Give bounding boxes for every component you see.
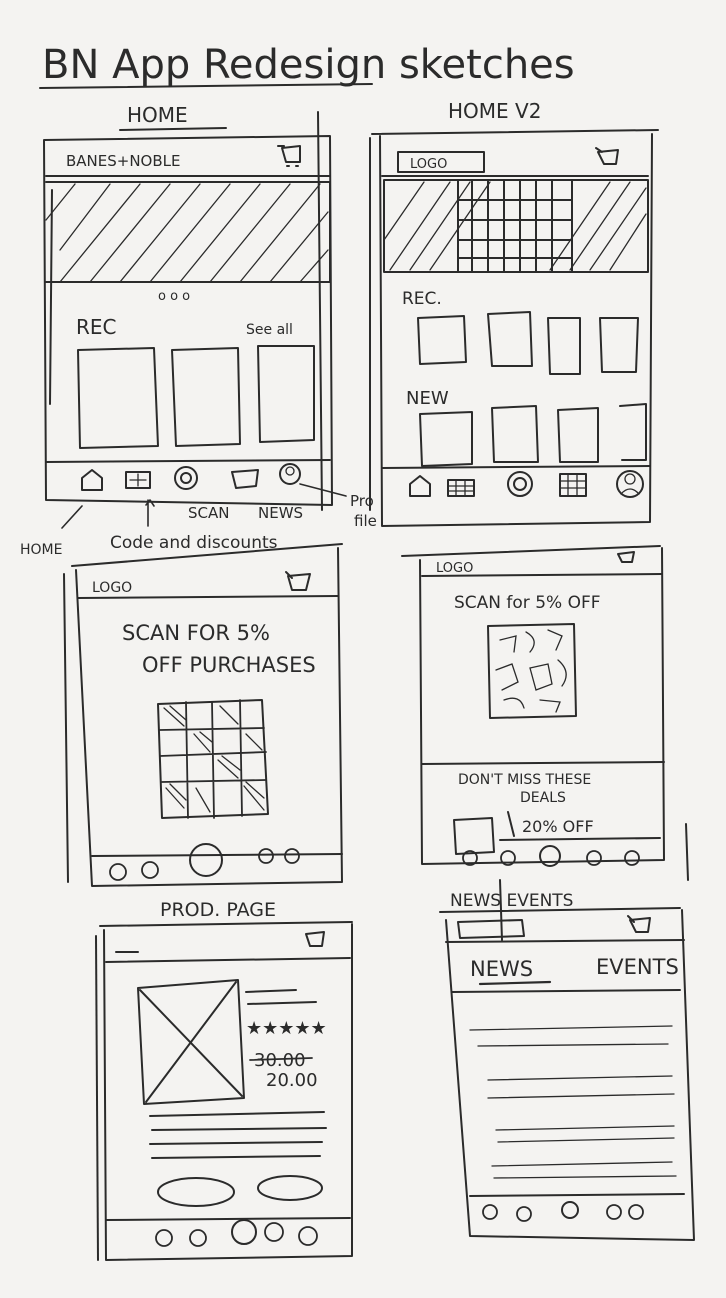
home-tab-home[interactable] [81,469,103,491]
cart-icon[interactable] [595,147,619,165]
news-events-tab[interactable] [516,1206,532,1222]
news-events-logo-box [457,919,525,939]
news-events-tab[interactable] [628,1204,644,1220]
scan-b-tab[interactable] [624,850,640,866]
cart-icon[interactable] [305,931,325,947]
home-v2-rec-card[interactable] [547,317,581,375]
home-v2-hero-banner[interactable] [383,179,649,273]
product-tab[interactable] [264,1222,284,1242]
news-events-wireframe: NEWS EVENTS NEWS EVENTS [439,879,695,1241]
home-v2-rec-card[interactable] [599,317,639,373]
product-caption: PROD. PAGE [160,899,276,921]
home-rec-card[interactable] [257,345,315,443]
scan-a-headline-1: SCAN FOR 5% [122,621,270,645]
cart-icon[interactable] [277,145,301,167]
cart-icon[interactable] [617,551,635,563]
home-v2-tab-scan[interactable] [507,471,533,497]
home-v2-tab-profile[interactable] [616,470,644,498]
scan-b-deals-1: DON'T MISS THESE [458,772,591,788]
home-v2-header-logo: LOGO [410,157,447,172]
home-tab-profile[interactable] [279,463,301,485]
scan-b-deal-image[interactable] [453,817,495,855]
scan-b-wireframe: LOGO SCAN for 5% OFF DON'T MISS THESE DE… [401,545,689,881]
news-events-tab-events[interactable]: EVENTS [596,955,679,979]
annotation-scan: SCAN [188,504,229,522]
scan-a-header-logo: LOGO [92,580,132,596]
product-rating: ★★★★★ [246,1018,327,1039]
home-carousel-dots: o o o [158,289,190,304]
home-v2-section-new: NEW [406,388,449,409]
product-tab[interactable] [298,1226,318,1246]
home-v2-tab-home[interactable] [409,475,431,497]
scan-a-tab[interactable] [141,861,159,879]
cart-icon[interactable] [285,571,311,591]
home-rec-card[interactable] [77,347,159,449]
scan-b-qr-code[interactable] [487,623,577,719]
product-tab[interactable] [155,1229,173,1247]
home-tab-coupons[interactable] [125,471,151,489]
scan-b-deals-2: DEALS [520,790,566,806]
scan-a-tab[interactable] [284,848,300,864]
home-section-rec: REC [76,315,117,339]
scan-a-tab-scan[interactable] [189,843,223,877]
home-v2-tab-calendar[interactable] [447,479,475,497]
cart-icon[interactable] [627,915,651,933]
home-tab-scan[interactable] [174,466,198,490]
home-hero-banner[interactable] [45,181,331,283]
home-caption: HOME [127,103,188,127]
product-image[interactable] [137,979,245,1105]
home-tab-news[interactable] [231,469,259,489]
page-title: BN App Redesign sketches [42,42,575,88]
home-v2-new-card[interactable] [419,411,473,467]
annotation-news: NEWS [258,504,303,522]
home-annotations: HOME Code and discounts SCAN NEWS Pro fi… [20,483,377,558]
product-button-secondary[interactable] [257,1175,323,1201]
home-v2-rec-card[interactable] [417,315,467,365]
product-tab[interactable] [189,1229,207,1247]
news-events-tab-scan[interactable] [561,1201,579,1219]
scan-b-header-logo: LOGO [436,561,473,576]
scan-b-tab[interactable] [586,850,602,866]
scan-a-wireframe: LOGO SCAN FOR 5% OFF PURCHASES [63,543,343,887]
home-v2-caption: HOME V2 [448,99,541,123]
home-wireframe: HOME BANES+NOBLE o o o REC See all [43,103,333,511]
scan-b-deal-text[interactable]: 20% OFF [522,817,594,836]
home-v2-wireframe: HOME V2 LOGO REC. NEW [369,99,659,527]
scan-b-tab-scan[interactable] [539,845,561,867]
news-events-tab-news[interactable]: NEWS [470,957,533,981]
annotation-codes: Code and discounts [110,533,278,553]
news-events-caption: NEWS EVENTS [450,891,573,911]
home-v2-section-rec: REC. [402,289,442,309]
home-v2-rec-card[interactable] [487,311,533,367]
product-price-new: 20.00 [266,1070,318,1091]
home-rec-card[interactable] [171,347,241,447]
scan-a-tab[interactable] [258,848,274,864]
news-events-tab[interactable] [482,1204,498,1220]
home-v2-tab-news[interactable] [559,473,587,497]
product-wireframe: PROD. PAGE ★★★★★ 30.00 20.00 [95,899,353,1261]
product-tab-scan[interactable] [231,1219,257,1245]
home-v2-new-card[interactable] [491,405,539,463]
home-v2-new-card[interactable] [557,407,599,463]
scan-b-headline: SCAN for 5% OFF [454,593,601,613]
annotation-home: HOME [20,542,62,558]
annotation-profile-2: file [354,512,377,530]
product-button-primary[interactable] [157,1177,235,1207]
home-header-logo: BANES+NOBLE [66,152,181,170]
scan-a-headline-2: OFF PURCHASES [142,653,316,677]
scan-a-tab[interactable] [109,863,127,881]
sketch-page: BN App Redesign sketches HOME BANES+NOBL… [20,42,695,1261]
scan-a-qr-code[interactable] [157,699,269,819]
home-see-all-link[interactable]: See all [246,322,293,338]
news-events-tab[interactable] [606,1204,622,1220]
